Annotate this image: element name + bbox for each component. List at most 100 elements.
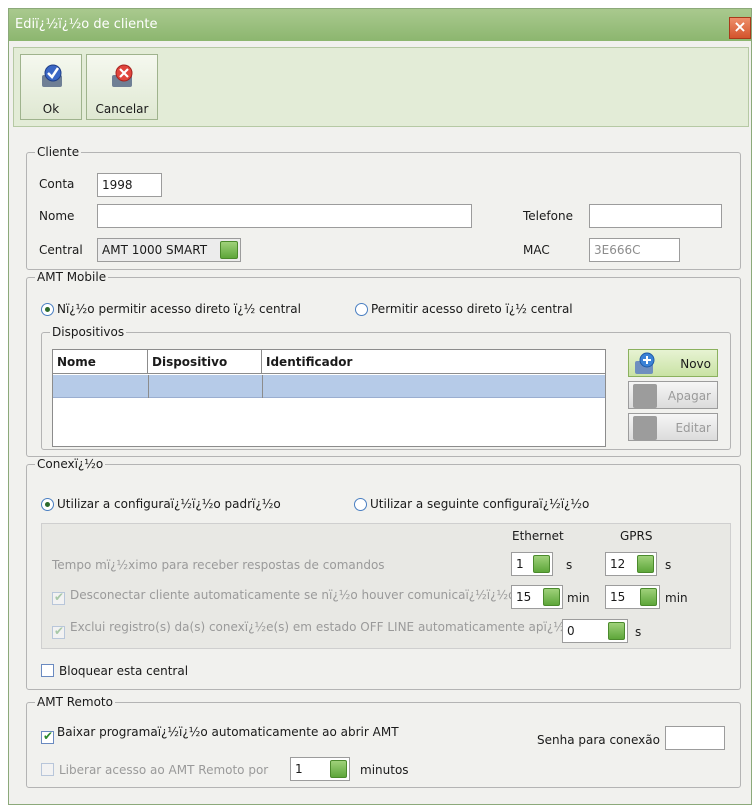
row3-value: 0	[567, 624, 575, 638]
row2-label: Desconectar cliente automaticamente se n…	[70, 588, 516, 602]
block-central-checkbox[interactable]	[41, 664, 54, 677]
row1-label: Tempo mï¿½ximo para receber respostas de…	[52, 558, 385, 572]
row1-ethernet-spinner[interactable]: 1	[511, 552, 553, 576]
spin-icon[interactable]	[330, 760, 347, 778]
row2-ethernet-value: 15	[516, 590, 532, 604]
gprs-column-label: GPRS	[620, 529, 653, 543]
column-header-dispositivo[interactable]: Dispositivo	[148, 350, 262, 374]
window-title: Ediï¿½ï¿½o de cliente	[15, 17, 158, 32]
row2-checkbox[interactable]: ✔	[52, 590, 65, 605]
row-divider	[148, 375, 149, 398]
row3-checkbox[interactable]: ✔	[52, 624, 65, 639]
check-icon: ✔	[43, 729, 54, 743]
cancel-icon	[112, 64, 133, 87]
radio-direct-access[interactable]	[355, 303, 368, 316]
novo-label: Novo	[680, 357, 711, 371]
spin-icon[interactable]	[543, 588, 560, 606]
dispositivos-group: Dispositivos Nome Dispositivo Identifica…	[41, 325, 731, 450]
conexao-legend: Conexï¿½o	[35, 457, 106, 471]
editar-button[interactable]: Editar	[628, 413, 718, 441]
baixar-label: Baixar programaï¿½ï¿½o automaticamente a…	[57, 725, 399, 739]
custom-config-panel: Ethernet GPRS Tempo mï¿½ximo para recebe…	[41, 523, 731, 649]
liberar-checkbox[interactable]	[41, 763, 54, 776]
radio-custom-config[interactable]	[354, 498, 367, 511]
mac-input[interactable]: 3E666C	[589, 238, 680, 262]
central-label: Central	[39, 243, 83, 257]
conexao-group: Conexï¿½o Utilizar a configuraï¿½ï¿½o pa…	[26, 457, 741, 690]
editar-label: Editar	[675, 421, 711, 435]
row1-gprs-value: 12	[610, 557, 626, 571]
ethernet-column-label: Ethernet	[512, 529, 564, 543]
title-bar: Ediï¿½ï¿½o de cliente ×	[9, 9, 751, 41]
row-divider	[262, 375, 263, 398]
ok-label: Ok	[42, 102, 60, 116]
edit-client-window: Ediï¿½ï¿½o de cliente × Ok Cancelar Clie…	[8, 8, 752, 805]
row2-ethernet-spinner[interactable]: 15	[511, 585, 563, 609]
nome-label: Nome	[39, 209, 75, 223]
devices-table: Nome Dispositivo Identificador	[52, 349, 606, 447]
close-button[interactable]: ×	[729, 17, 751, 39]
cliente-group: Cliente Conta 1998 Nome Telefone Central…	[26, 145, 741, 270]
telefone-label: Telefone	[523, 209, 573, 223]
apagar-label: Apagar	[667, 389, 711, 403]
baixar-checkbox[interactable]: ✔	[41, 729, 54, 744]
spin-icon[interactable]	[533, 555, 550, 573]
row1-ethernet-value: 1	[516, 557, 524, 571]
liberar-spinner[interactable]: 1	[290, 757, 350, 781]
conta-input[interactable]: 1998	[97, 173, 162, 197]
mac-label: MAC	[523, 243, 550, 257]
row2-gprs-value: 15	[610, 590, 626, 604]
liberar-value: 1	[295, 762, 303, 776]
amt-mobile-group: AMT Mobile Nï¿½o permitir acesso direto …	[26, 270, 741, 457]
edit-icon	[633, 416, 657, 440]
conta-label: Conta	[39, 177, 75, 191]
chevron-down-icon[interactable]	[220, 241, 238, 259]
central-select-value: AMT 1000 SMART	[102, 243, 208, 257]
row2-ethernet-unit: min	[567, 591, 590, 605]
block-central-label: Bloquear esta central	[59, 664, 189, 678]
apagar-button[interactable]: Apagar	[628, 381, 718, 409]
column-header-nome[interactable]: Nome	[53, 350, 148, 374]
spin-icon[interactable]	[640, 588, 657, 606]
senha-input[interactable]	[665, 726, 725, 750]
cancel-button[interactable]: Cancelar	[86, 54, 158, 120]
toolbar: Ok Cancelar	[13, 47, 749, 127]
radio-no-direct-access[interactable]	[41, 303, 54, 316]
check-icon: ✔	[54, 624, 65, 638]
ok-button[interactable]: Ok	[20, 54, 82, 120]
row1-gprs-unit: s	[665, 558, 672, 572]
row3-unit: s	[635, 625, 642, 639]
radio-no-direct-label: Nï¿½o permitir acesso direto ï¿½ central	[57, 302, 301, 316]
telefone-input[interactable]	[589, 204, 722, 228]
cancel-label: Cancelar	[95, 102, 149, 116]
amt-remoto-group: AMT Remoto ✔ Baixar programaï¿½ï¿½o auto…	[26, 695, 741, 788]
radio-default-config[interactable]	[41, 498, 54, 511]
central-select[interactable]: AMT 1000 SMART	[97, 238, 241, 262]
table-header: Nome Dispositivo Identificador	[53, 350, 605, 374]
row1-gprs-spinner[interactable]: 12	[605, 552, 657, 576]
spin-icon[interactable]	[608, 622, 625, 640]
row2-gprs-spinner[interactable]: 15	[605, 585, 660, 609]
row3-spinner[interactable]: 0	[562, 619, 628, 643]
table-row[interactable]	[53, 375, 605, 398]
cliente-legend: Cliente	[35, 145, 82, 159]
novo-button[interactable]: Novo	[628, 349, 718, 377]
add-icon	[635, 352, 655, 374]
spin-icon[interactable]	[637, 555, 654, 573]
delete-icon	[633, 384, 657, 408]
check-icon: ✔	[54, 590, 65, 604]
liberar-label: Liberar acesso ao AMT Remoto por	[59, 763, 269, 777]
radio-direct-label: Permitir acesso direto ï¿½ central	[371, 302, 573, 316]
nome-input[interactable]	[97, 204, 472, 228]
liberar-unit: minutos	[360, 763, 409, 777]
close-icon: ×	[733, 17, 747, 36]
senha-label: Senha para conexão	[537, 733, 660, 747]
amt-mobile-legend: AMT Mobile	[35, 270, 109, 284]
row2-gprs-unit: min	[665, 591, 688, 605]
checkmark-icon	[42, 64, 62, 87]
row3-label: Exclui registro(s) da(s) conexï¿½e(s) em…	[70, 620, 565, 634]
row1-ethernet-unit: s	[566, 558, 573, 572]
dispositivos-legend: Dispositivos	[50, 325, 127, 339]
column-header-identificador[interactable]: Identificador	[262, 350, 605, 374]
amt-remoto-legend: AMT Remoto	[35, 695, 115, 709]
